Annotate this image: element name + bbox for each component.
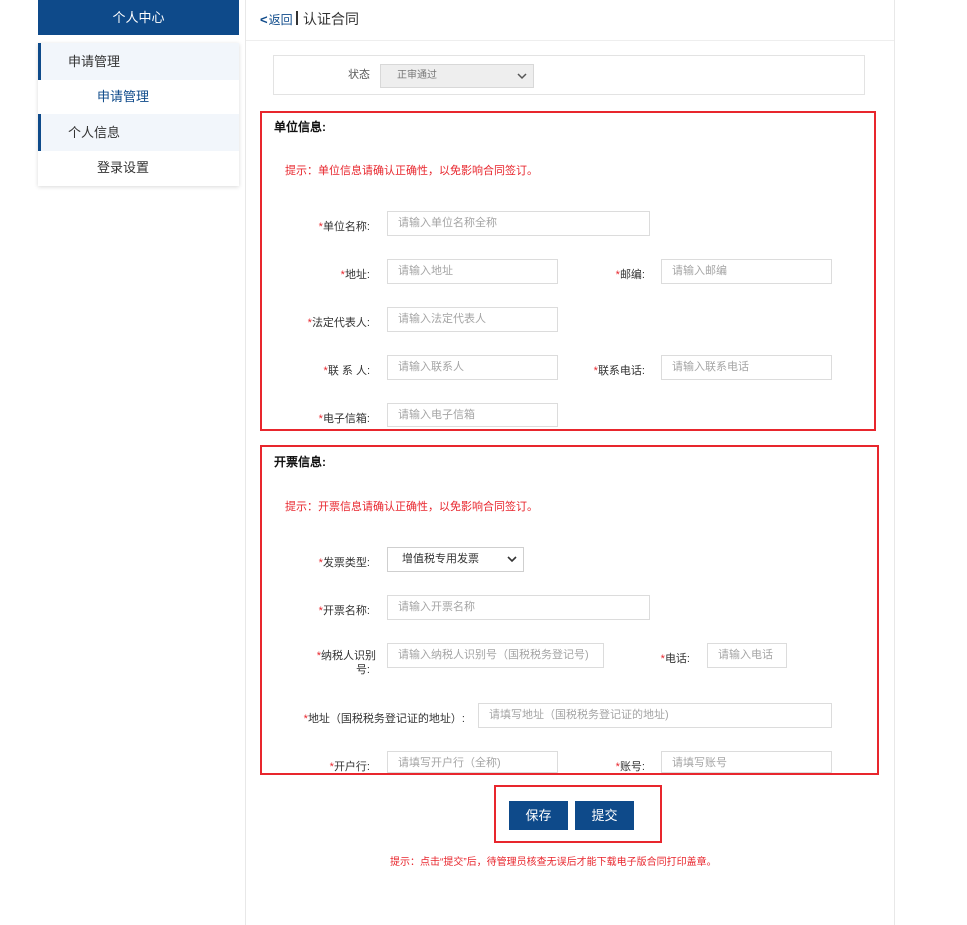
sidebar-menu: 申请管理 申请管理 个人信息 登录设置 (38, 43, 239, 186)
invoice-type-select[interactable]: 增值税专用发票 (387, 547, 524, 572)
status-select[interactable]: 正审通过 (380, 64, 534, 88)
invoice-type-label: *发票类型: (318, 557, 370, 569)
legal-rep-input[interactable]: 请输入法定代表人 (387, 307, 558, 332)
bank-input[interactable]: 请填写开户行（全称) (387, 751, 558, 773)
contact-input[interactable]: 请输入联系人 (387, 355, 558, 380)
zipcode-label: *邮编: (615, 269, 645, 281)
submit-hint: 提示：点击“提交”后，待管理员核查无误后才能下载电子版合同打印盖章。 (390, 857, 717, 868)
top-bar: <返回 认证合同 (246, 0, 894, 41)
status-row: 状态 正审通过 (273, 55, 865, 95)
email-input[interactable]: 请输入电子信箱 (387, 403, 558, 427)
sidebar-item-application-management[interactable]: 申请管理 (38, 80, 239, 114)
phone-label: *电话: (660, 653, 690, 665)
invoice-name-label: *开票名称: (318, 605, 370, 617)
account-input[interactable]: 请填写账号 (661, 751, 832, 773)
sidebar-group-application[interactable]: 申请管理 (38, 43, 239, 80)
chevron-down-icon (507, 548, 517, 579)
chevron-down-icon (517, 65, 527, 96)
legal-rep-label: *法定代表人: (307, 317, 370, 329)
sidebar-group-personal-info[interactable]: 个人信息 (38, 114, 239, 151)
reg-address-input[interactable]: 请填写地址（国税税务登记证的地址) (478, 703, 832, 728)
zipcode-input[interactable]: 请输入邮编 (661, 259, 832, 284)
bank-label: *开户行: (329, 761, 370, 773)
sidebar-item-login-settings[interactable]: 登录设置 (38, 151, 239, 185)
invoice-info-title: 开票信息: (274, 455, 326, 469)
unit-name-label: *单位名称: (318, 221, 370, 233)
title-divider (296, 11, 298, 25)
invoice-info-hint: 提示：开票信息请确认正确性，以免影响合同签订。 (285, 501, 538, 513)
address-input[interactable]: 请输入地址 (387, 259, 558, 284)
account-label: *账号: (615, 761, 645, 773)
invoice-name-input[interactable]: 请输入开票名称 (387, 595, 650, 620)
unit-info-hint: 提示：单位信息请确认正确性，以免影响合同签订。 (285, 165, 538, 177)
submit-button[interactable]: 提交 (575, 801, 634, 830)
status-label: 状态 (348, 69, 370, 81)
page-title: 认证合同 (303, 11, 359, 27)
contact-phone-label: *联系电话: (593, 365, 645, 377)
contact-phone-input[interactable]: 请输入联系电话 (661, 355, 832, 380)
taxpayer-id-label: *纳税人识别 号: (316, 650, 376, 676)
taxpayer-id-input[interactable]: 请输入纳税人识别号（国税税务登记号) (387, 643, 604, 668)
save-button[interactable]: 保存 (509, 801, 568, 830)
status-value: 正审通过 (397, 70, 437, 81)
unit-info-title: 单位信息: (274, 120, 326, 134)
address-label: *地址: (340, 269, 370, 281)
chevron-left-icon: < (260, 12, 268, 27)
invoice-type-value: 增值税专用发票 (402, 553, 479, 565)
email-label: *电子信箱: (318, 413, 370, 425)
sidebar-header: 个人中心 (38, 0, 239, 35)
unit-name-input[interactable]: 请输入单位名称全称 (387, 211, 650, 236)
reg-address-label: *地址（国税税务登记证的地址）: (303, 713, 465, 725)
contact-label: *联 系 人: (323, 365, 370, 377)
phone-input[interactable]: 请输入电话 (707, 643, 787, 668)
back-link[interactable]: <返回 (260, 11, 293, 28)
back-label: 返回 (268, 13, 293, 27)
